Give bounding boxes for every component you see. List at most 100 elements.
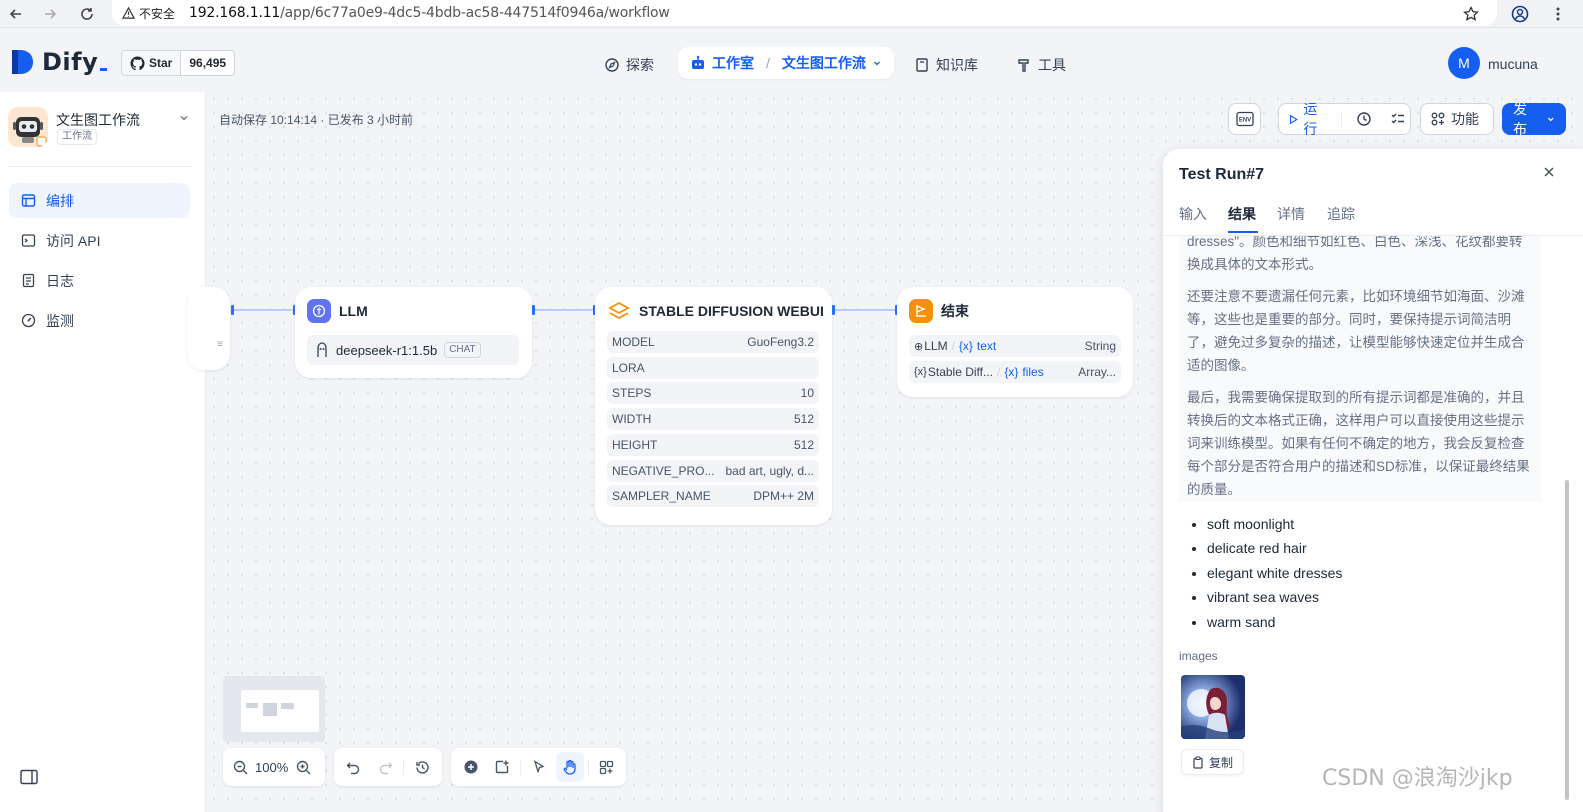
sidebar-item-monitor[interactable]: 监测	[9, 303, 190, 338]
llm-model-row: deepseek-r1:1.5b CHAT	[307, 335, 519, 365]
history-run-button[interactable]	[1348, 111, 1380, 127]
github-star-count[interactable]: 96,495	[181, 51, 234, 75]
github-star-widget[interactable]: Star 96,495	[121, 50, 236, 76]
list-item: delicate red hair	[1207, 536, 1342, 560]
test-run-panel: Test Run#7 输入 结果 详情 追踪 dresses"。颜色和细节如红色…	[1163, 149, 1583, 812]
dify-logo[interactable]: Dify	[10, 48, 108, 76]
avatar[interactable]: M	[1448, 47, 1480, 79]
chevron-down-icon[interactable]	[872, 58, 882, 68]
param-value: bad art, ugly, d...	[725, 464, 815, 478]
features-button[interactable]: 功能	[1420, 103, 1494, 135]
nav-tools[interactable]: 工具	[1016, 51, 1066, 79]
nav-knowledge[interactable]: 知识库	[914, 51, 978, 79]
breadcrumb-separator: /	[766, 55, 770, 71]
profile-icon[interactable]	[1510, 4, 1530, 24]
nav-tools-label: 工具	[1038, 57, 1066, 73]
end-output-row: {x} Stable Diff... / {x} files Array...	[909, 361, 1121, 383]
node-title: STABLE DIFFUSION WEBUI	[607, 299, 824, 323]
output-var: text	[976, 339, 997, 353]
list-item: soft moonlight	[1207, 512, 1342, 536]
param-value: 512	[793, 412, 814, 426]
history-icon	[1357, 112, 1371, 126]
node-handle[interactable]	[231, 305, 234, 315]
tab-result[interactable]: 结果	[1228, 204, 1256, 224]
organize-blocks-icon[interactable]	[593, 752, 620, 782]
param-key: HEIGHT	[612, 438, 658, 452]
security-warning[interactable]: 不安全	[120, 3, 183, 23]
node-title: 结束	[909, 299, 969, 323]
publish-button[interactable]: 发布	[1502, 101, 1566, 137]
run-button[interactable]: 运行	[1279, 99, 1335, 139]
redo-icon[interactable]	[372, 752, 400, 782]
forward-arrow-icon[interactable]	[40, 4, 60, 24]
nav-current-app[interactable]: 文生图工作流	[782, 53, 866, 73]
generated-image-thumbnail[interactable]	[1181, 675, 1245, 739]
address-bar[interactable]: 不安全 192.168.1.11/app/6c77a0e9-4dc5-4bdb-…	[112, 0, 1497, 26]
zoom-out-icon[interactable]	[229, 752, 251, 782]
tab-input[interactable]: 输入	[1179, 204, 1207, 224]
list-item: elegant white dresses	[1207, 561, 1342, 585]
node-handle[interactable]	[532, 305, 535, 315]
start-node[interactable]: ≡	[187, 287, 230, 370]
book-icon	[916, 58, 928, 72]
stable-diffusion-node[interactable]: STABLE DIFFUSION WEBUI MODEL GuoFeng3.2 L…	[595, 287, 832, 525]
checklist-button[interactable]	[1386, 111, 1410, 127]
sidebar-item-orchestrate[interactable]: 编排	[9, 183, 190, 218]
zoom-control: 100%	[223, 748, 325, 786]
zoom-level[interactable]: 100%	[255, 760, 288, 775]
sd-param-row: SAMPLER_NAME DPM++ 2M	[607, 485, 819, 507]
param-key: MODEL	[612, 335, 655, 349]
bookmark-star-icon[interactable]	[1461, 4, 1481, 24]
minimap-node	[281, 703, 294, 709]
undo-icon[interactable]	[340, 752, 368, 782]
minimap[interactable]	[223, 676, 325, 742]
warning-icon	[122, 6, 135, 19]
think-paragraph: 最后，我需要确保提取到的所有提示词都是准确的，并且转换后的文本格式正确，这样用户…	[1187, 390, 1530, 497]
edge-start-llm[interactable]	[233, 309, 294, 311]
env-button[interactable]: ENV	[1228, 103, 1261, 135]
sidebar-item-label: 访问 API	[46, 232, 101, 249]
node-handle[interactable]	[832, 305, 835, 315]
result-content[interactable]: dresses"。颜色和细节如红色、白色、深浅、花纹都要转换成具体的文本形式。 …	[1163, 235, 1583, 812]
sidebar-collapse-icon[interactable]	[20, 769, 38, 785]
chevron-down-icon[interactable]	[178, 112, 190, 124]
nav-studio-label[interactable]: 工作室	[712, 53, 754, 73]
end-node[interactable]: 结束 ⊕ LLM / {x} text String {x} Stable Diff...…	[897, 287, 1133, 397]
add-note-icon[interactable]	[488, 752, 515, 782]
back-arrow-icon[interactable]	[6, 4, 26, 24]
zoom-in-icon[interactable]	[292, 752, 314, 782]
reload-icon[interactable]	[77, 4, 97, 24]
llm-small-icon: ⊕	[914, 340, 924, 353]
nav-knowledge-label: 知识库	[936, 57, 978, 73]
sd-param-row: LORA	[607, 357, 819, 379]
add-node-icon[interactable]	[457, 752, 484, 782]
sidebar-item-api[interactable]: 访问 API	[9, 223, 190, 258]
app-icon[interactable]	[8, 107, 48, 147]
tab-detail[interactable]: 详情	[1277, 204, 1305, 224]
llm-node[interactable]: LLM deepseek-r1:1.5b CHAT	[295, 287, 532, 378]
nav-studio[interactable]: 工作室 / 文生图工作流	[678, 47, 894, 79]
output-source: Stable Diff...	[927, 365, 994, 379]
tab-tracing[interactable]: 追踪	[1327, 204, 1355, 224]
username[interactable]: mucuna	[1488, 56, 1538, 72]
copy-button[interactable]: 复制	[1181, 749, 1245, 775]
prompt-list: soft moonlight delicate red hair elegant…	[1187, 512, 1342, 634]
param-value: DPM++ 2M	[753, 489, 814, 503]
sidebar-item-logs[interactable]: 日志	[9, 263, 190, 298]
hand-icon[interactable]	[556, 752, 584, 782]
panel-scrollbar[interactable]	[1565, 480, 1569, 800]
pointer-icon[interactable]	[525, 752, 552, 782]
layout-icon	[21, 194, 36, 207]
version-history-icon[interactable]	[408, 752, 436, 782]
nav-explore[interactable]: 探索	[604, 51, 654, 79]
edge-sd-end[interactable]	[833, 309, 896, 311]
close-icon[interactable]	[1543, 166, 1555, 178]
run-label: 运行	[1303, 101, 1318, 137]
browser-menu-icon[interactable]	[1548, 4, 1568, 24]
terminal-icon	[21, 234, 36, 247]
sd-node-title: STABLE DIFFUSION WEBUI	[639, 303, 824, 319]
robot-avatar-icon	[8, 107, 48, 147]
think-paragraph: 还要注意不要遗漏任何元素，比如环境细节如海面、沙滩等，这些也是重要的部分。同时，…	[1187, 289, 1525, 373]
edge-llm-sd[interactable]	[534, 309, 595, 311]
github-star-button[interactable]: Star	[122, 51, 182, 75]
